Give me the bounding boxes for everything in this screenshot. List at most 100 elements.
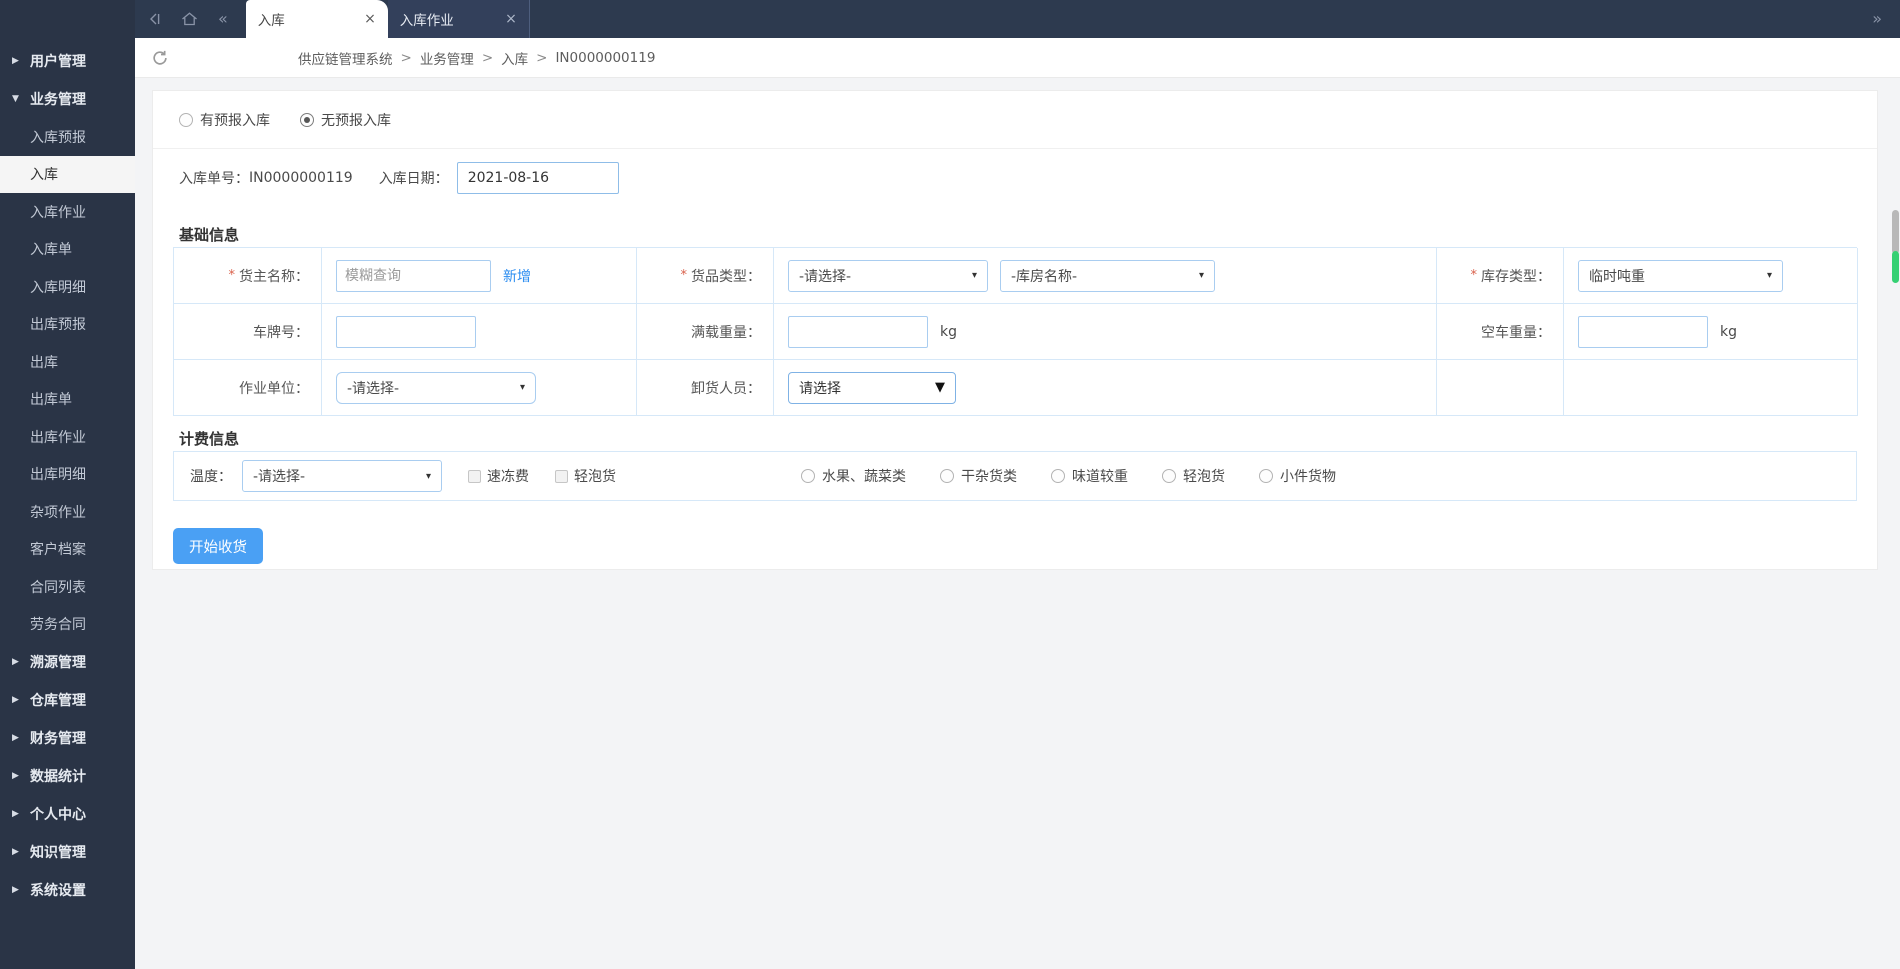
tab-inbound-work[interactable]: 入库作业 × — [387, 0, 530, 38]
radio-light-bulky-goods[interactable]: 轻泡货 — [1162, 466, 1225, 486]
inbound-date-input[interactable] — [456, 162, 619, 194]
radio-icon[interactable] — [1259, 469, 1273, 483]
start-receiving-button[interactable]: 开始收货 — [173, 528, 263, 564]
checkbox-icon[interactable] — [468, 469, 481, 483]
full-weight-input[interactable] — [788, 315, 928, 348]
required-asterisk: * — [228, 268, 236, 283]
plate-no-input[interactable] — [336, 315, 476, 348]
checkbox-light-bulky[interactable]: 轻泡货 — [555, 466, 616, 486]
radio-dry-goods[interactable]: 干杂货类 — [940, 466, 1017, 486]
sidebar-item-outbound-order[interactable]: 出库单 — [0, 381, 135, 419]
top-bar: « 入库 × 入库作业 × » — [135, 0, 1900, 38]
sidebar-item-outbound-work[interactable]: 出库作业 — [0, 418, 135, 456]
breadcrumb-item[interactable]: 入库 — [501, 48, 528, 68]
radio-icon[interactable] — [179, 112, 193, 127]
sidebar-group-system-settings[interactable]: ▶ 系统设置 — [0, 871, 135, 909]
chevron-right-icon: ▶ — [12, 885, 19, 895]
scrollbar-thumb-green[interactable] — [1892, 251, 1899, 283]
add-owner-link[interactable]: 新增 — [503, 266, 531, 286]
checkbox-quick-freeze-fee[interactable]: 速冻费 — [468, 466, 529, 486]
work-unit-select[interactable]: -请选择- ▾ — [336, 371, 536, 404]
close-icon[interactable]: × — [364, 12, 376, 26]
back-to-start-icon[interactable] — [147, 12, 161, 26]
temperature-label: 温度： — [190, 469, 232, 485]
temperature-select[interactable]: -请选择- ▾ — [242, 460, 442, 492]
chevron-right-icon: ▶ — [12, 695, 19, 705]
sidebar-group-label: 业务管理 — [30, 92, 86, 108]
unit-kg: kg — [1720, 323, 1737, 340]
warehouse-name-select[interactable]: -库房名称- ▾ — [1000, 259, 1215, 292]
home-icon[interactable] — [181, 11, 198, 27]
chevron-down-icon: ▾ — [425, 470, 431, 482]
close-icon[interactable]: × — [505, 12, 517, 26]
checkbox-icon[interactable] — [555, 469, 568, 483]
scrollbar-thumb[interactable] — [1892, 210, 1899, 283]
radio-small-items[interactable]: 小件货物 — [1259, 466, 1336, 486]
sidebar-group-label: 系统设置 — [30, 883, 86, 899]
empty-weight-input[interactable] — [1578, 315, 1708, 348]
breadcrumb-item[interactable]: 业务管理 — [420, 48, 474, 68]
breadcrumb: 供应链管理系统 > 业务管理 > 入库 > IN0000000119 — [298, 48, 655, 68]
sidebar-item-misc-work[interactable]: 杂项作业 — [0, 493, 135, 531]
sidebar-group-data-stats[interactable]: ▶ 数据统计 — [0, 757, 135, 795]
radio-icon[interactable] — [1162, 469, 1176, 483]
sidebar-group-personal-center[interactable]: ▶ 个人中心 — [0, 795, 135, 833]
radio-without-forecast[interactable]: 无预报入库 — [300, 110, 391, 130]
radio-label: 无预报入库 — [321, 112, 391, 129]
owner-name-input[interactable] — [336, 259, 491, 292]
sidebar-item-outbound-forecast[interactable]: 出库预报 — [0, 306, 135, 344]
stock-type-select[interactable]: 临时吨重 ▾ — [1578, 259, 1783, 292]
sidebar-group-label: 财务管理 — [30, 731, 86, 747]
sidebar-group-label: 知识管理 — [30, 845, 86, 861]
sidebar-item-inbound-detail[interactable]: 入库明细 — [0, 268, 135, 306]
sidebar-group-trace-mgmt[interactable]: ▶ 溯源管理 — [0, 643, 135, 681]
radio-icon[interactable] — [1051, 469, 1065, 483]
scrollbar-thumb-gray[interactable] — [1892, 210, 1899, 254]
sidebar-group-label: 数据统计 — [30, 769, 86, 785]
sidebar-item-outbound-detail[interactable]: 出库明细 — [0, 456, 135, 494]
sidebar-group-warehouse-mgmt[interactable]: ▶ 仓库管理 — [0, 681, 135, 719]
radio-checked-icon[interactable] — [300, 112, 314, 127]
sidebar-item-outbound[interactable]: 出库 — [0, 343, 135, 381]
radio-with-forecast[interactable]: 有预报入库 — [179, 110, 270, 130]
scroll-tabs-left-icon[interactable]: « — [218, 11, 228, 27]
order-row: 入库单号： IN0000000119 入库日期： — [179, 149, 619, 207]
sidebar-item-inbound-order[interactable]: 入库单 — [0, 231, 135, 269]
radio-fruit-vegetable[interactable]: 水果、蔬菜类 — [801, 466, 906, 486]
sidebar-item-contract-list[interactable]: 合同列表 — [0, 568, 135, 606]
sidebar-group-user-mgmt[interactable]: ▶ 用户管理 — [0, 42, 135, 80]
radio-icon[interactable] — [940, 469, 954, 483]
chevron-right-icon: ▶ — [12, 733, 19, 743]
select-value: 请选择 — [799, 380, 841, 397]
sidebar-group-label: 用户管理 — [30, 54, 86, 70]
goods-type-label: * 货品类型： — [637, 248, 774, 304]
required-asterisk: * — [680, 268, 688, 283]
sidebar-group-label: 溯源管理 — [30, 655, 86, 671]
radio-strong-odor[interactable]: 味道较重 — [1051, 466, 1128, 486]
tab-nav-icons: « — [135, 0, 246, 38]
radio-label: 小件货物 — [1280, 469, 1336, 485]
sidebar-group-finance-mgmt[interactable]: ▶ 财务管理 — [0, 719, 135, 757]
breadcrumb-separator: > — [536, 49, 548, 66]
sidebar-group-knowledge-mgmt[interactable]: ▶ 知识管理 — [0, 833, 135, 871]
sidebar-item-labor-contract[interactable]: 劳务合同 — [0, 606, 135, 644]
breadcrumb-item[interactable]: 供应链管理系统 — [298, 48, 393, 68]
tab-inbound[interactable]: 入库 × — [245, 0, 388, 38]
unloader-select[interactable]: 请选择 ▼ — [788, 371, 956, 404]
select-value: -请选择- — [799, 268, 852, 285]
radio-icon[interactable] — [801, 469, 815, 483]
sidebar-item-customer-files[interactable]: 客户档案 — [0, 531, 135, 569]
sidebar-group-business-mgmt[interactable]: ▼ 业务管理 — [0, 80, 135, 118]
forecast-mode-row: 有预报入库 无预报入库 — [153, 91, 1877, 149]
refresh-icon[interactable] — [150, 48, 170, 68]
scroll-tabs-right-icon[interactable]: » — [1872, 11, 1882, 27]
select-value: -请选择- — [347, 380, 400, 397]
sidebar-item-inbound-forecast[interactable]: 入库预报 — [0, 118, 135, 156]
breadcrumb-separator: > — [400, 49, 412, 66]
sidebar-item-inbound[interactable]: 入库 — [0, 155, 135, 193]
main-content: 有预报入库 无预报入库 入库单号：IN0000000119 入库日期： 基础信息… — [135, 78, 1900, 969]
sidebar-item-inbound-work[interactable]: 入库作业 — [0, 193, 135, 231]
tab-label: 入库 — [257, 13, 285, 29]
goods-type-select[interactable]: -请选择- ▾ — [788, 259, 988, 292]
empty-cell — [1437, 360, 1564, 416]
